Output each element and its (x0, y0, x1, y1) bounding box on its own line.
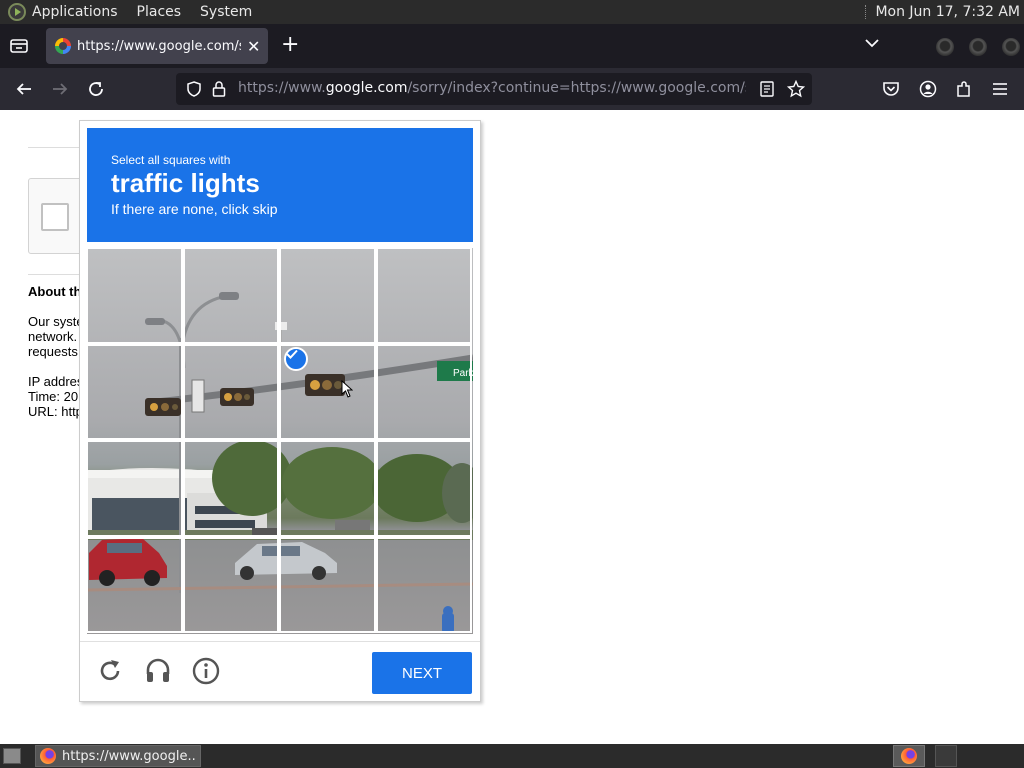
list-all-tabs-icon[interactable] (10, 38, 28, 54)
tab-title: https://www.google.com/sorry/index (77, 38, 241, 54)
mouse-cursor-icon (341, 380, 353, 398)
taskbar-firefox-window[interactable]: https://www.google... (35, 745, 201, 767)
new-tab-icon[interactable]: + (281, 33, 299, 57)
taskbar-window-title: https://www.google... (62, 748, 196, 764)
tab-strip: https://www.google.com/sorry/index ✕ + (0, 24, 1024, 68)
grid-cell-3-3[interactable] (279, 440, 376, 537)
grid-cell-1-1[interactable] (87, 248, 183, 344)
grid-cell-2-1[interactable] (87, 343, 183, 440)
skip-hint: If there are none, click skip (111, 201, 278, 217)
shield-icon[interactable] (186, 81, 202, 97)
panel-separator (865, 5, 867, 19)
account-icon[interactable] (917, 78, 939, 100)
places-menu[interactable]: Places (137, 4, 182, 20)
close-tab-icon[interactable]: ✕ (247, 37, 260, 56)
audio-challenge-icon[interactable] (143, 656, 173, 686)
hamburger-menu-icon[interactable] (989, 78, 1011, 100)
tab-google[interactable]: https://www.google.com/sorry/index ✕ (46, 28, 268, 64)
firefox-icon (40, 748, 56, 764)
instruction-text: Select all squares with (111, 153, 231, 167)
captcha-footer: NEXT (80, 641, 480, 702)
grid-cell-1-3[interactable] (279, 248, 376, 344)
next-button[interactable]: NEXT (372, 652, 472, 694)
workspace-2[interactable] (935, 745, 957, 767)
grid-cell-2-2[interactable] (182, 343, 279, 440)
bookmark-star-icon[interactable] (787, 80, 805, 98)
google-favicon-icon (55, 38, 71, 54)
grid-cell-4-1[interactable] (87, 536, 183, 633)
close-window-button[interactable] (1002, 38, 1020, 56)
captcha-header: Select all squares with traffic lights I… (87, 128, 473, 242)
reload-icon[interactable] (85, 78, 107, 100)
grid-cell-3-4[interactable] (375, 440, 472, 537)
recaptcha-checkbox[interactable] (41, 203, 69, 231)
applications-menu[interactable]: Applications (32, 4, 118, 20)
minimize-window-button[interactable] (936, 38, 954, 56)
image-grid: Park (87, 248, 473, 634)
system-menu[interactable]: System (200, 4, 252, 20)
show-desktop-icon[interactable] (3, 748, 21, 764)
firefox-icon (901, 748, 917, 764)
back-arrow-icon[interactable] (13, 78, 35, 100)
grid-cell-4-3[interactable] (279, 536, 376, 633)
info-icon[interactable] (191, 656, 221, 686)
grid-cell-1-4[interactable] (375, 248, 472, 344)
maximize-window-button[interactable] (969, 38, 987, 56)
grid-cell-3-1[interactable] (87, 440, 183, 537)
grid-cell-4-2[interactable] (182, 536, 279, 633)
captcha-challenge: Select all squares with traffic lights I… (79, 120, 481, 702)
workspace-switcher[interactable] (893, 745, 925, 767)
grid-cell-2-4[interactable] (375, 343, 472, 440)
top-panel: Applications Places System Mon Jun 17, 7… (0, 0, 1024, 24)
reader-view-icon[interactable] (760, 81, 774, 97)
url-bar[interactable]: https://www.google.com/sorry/index?conti… (176, 73, 812, 105)
url-text: https://www.google.com/sorry/index?conti… (238, 80, 746, 96)
extensions-puzzle-icon[interactable] (953, 78, 975, 100)
pocket-icon[interactable] (880, 78, 902, 100)
grid-cell-4-4[interactable] (375, 536, 472, 633)
checkmark-icon (284, 347, 308, 371)
reload-challenge-icon[interactable] (95, 656, 125, 686)
clock-area: Mon Jun 17, 7:32 AM (865, 4, 1020, 20)
chevron-down-icon[interactable] (865, 36, 879, 50)
target-object: traffic lights (111, 168, 260, 198)
clock[interactable]: Mon Jun 17, 7:32 AM (875, 4, 1020, 20)
grid-cell-1-2[interactable] (182, 248, 279, 344)
distro-logo-icon[interactable] (8, 3, 26, 21)
grid-cell-3-2[interactable] (182, 440, 279, 537)
taskbar: https://www.google... (0, 744, 1024, 768)
nav-toolbar: https://www.google.com/sorry/index?conti… (0, 68, 1024, 110)
lock-icon[interactable] (212, 80, 226, 98)
forward-arrow-icon[interactable] (49, 78, 71, 100)
